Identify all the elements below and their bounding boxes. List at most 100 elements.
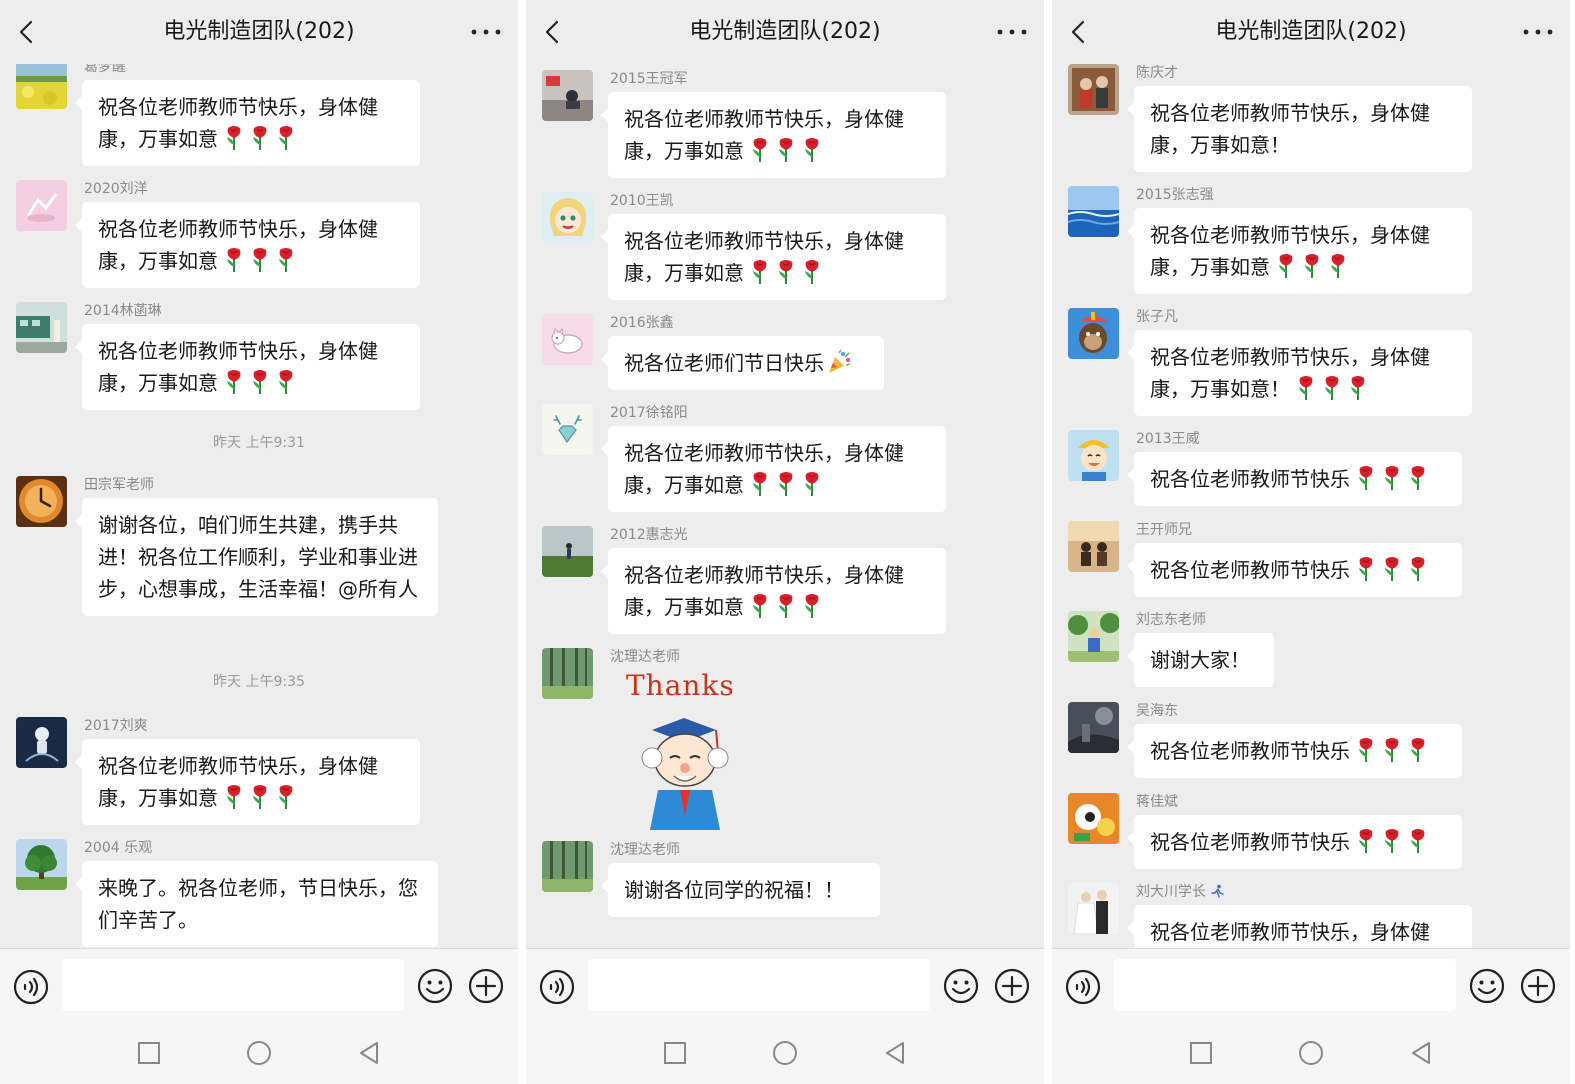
emoji-icon[interactable]	[942, 967, 980, 1005]
voice-icon[interactable]	[12, 968, 50, 1006]
sender-name: 田宗军老师	[84, 477, 154, 493]
sender-name: 沈理达老师	[610, 649, 680, 665]
message-bubble[interactable]: 祝各位老师教师节快乐	[1127, 452, 1462, 506]
message-bubble[interactable]: 谢谢大家！	[1127, 633, 1274, 687]
avatar-pink-sketch[interactable]	[16, 180, 67, 231]
message-bubble[interactable]: 祝各位老师教师节快乐，身体健康，万事如意！	[1127, 86, 1472, 172]
avatar-astronaut[interactable]	[16, 717, 67, 768]
chat-title: 电光制造团队(202)	[689, 19, 881, 44]
sticker-thanks[interactable]: Thanks	[608, 670, 734, 830]
nav-triangle-icon[interactable]	[1406, 1038, 1436, 1068]
message-bubble[interactable]: 祝各位老师教师节快乐	[1127, 815, 1462, 869]
nav-triangle-icon[interactable]	[880, 1038, 910, 1068]
avatar-forest[interactable]	[542, 841, 593, 892]
avatar-wedding[interactable]	[1068, 883, 1119, 934]
avatar-cartoon-orange[interactable]	[1068, 793, 1119, 844]
emoji-icon[interactable]	[416, 967, 454, 1005]
message-bubble[interactable]: 谢谢各位同学的祝福！！	[601, 863, 880, 917]
avatar-anime-girl[interactable]	[542, 192, 593, 243]
rose-icon	[1411, 738, 1425, 762]
avatar-train-platform[interactable]	[16, 302, 67, 353]
avatar-tree[interactable]	[16, 839, 67, 890]
sender-name: 2012惠志光	[610, 527, 688, 543]
message-bubble[interactable]: 祝各位老师教师节快乐	[1127, 543, 1462, 597]
voice-icon[interactable]	[538, 968, 576, 1006]
avatar-street-sit[interactable]	[542, 70, 593, 121]
rose-icon	[753, 260, 767, 284]
avatar-rapeseed-field[interactable]	[16, 64, 67, 109]
more-dots-icon[interactable]	[994, 18, 1030, 46]
message-bubble[interactable]: 祝各位老师教师节快乐，身体健康，万事如意	[75, 324, 420, 410]
plus-icon[interactable]	[993, 967, 1031, 1005]
more-dots-icon[interactable]	[468, 18, 504, 46]
rose-icon	[279, 370, 293, 394]
message-bubble[interactable]: 祝各位老师教师节快乐，身体健康，万事如意	[601, 214, 946, 300]
message-bubble[interactable]: 祝各位老师教师节快乐，身体健康，万事如意	[1127, 208, 1472, 294]
rose-icon	[1279, 254, 1293, 278]
chevron-left-icon[interactable]	[14, 18, 42, 46]
message-bubble[interactable]: 祝各位老师教师节快乐，身体健康，万事如意	[75, 739, 420, 825]
message-bubble[interactable]: 来晚了。祝各位老师，节日快乐，您们辛苦了。	[75, 861, 438, 947]
rose-icon	[253, 785, 267, 809]
nav-square-icon[interactable]	[134, 1038, 164, 1068]
rose-icon	[1385, 466, 1399, 490]
rose-icon	[279, 126, 293, 150]
avatar-cat-sketch[interactable]	[542, 314, 593, 365]
message-bubble[interactable]: 祝各位老师教师节快乐，身体健康，万事如意	[601, 548, 946, 634]
message-input[interactable]	[62, 959, 404, 1011]
avatar-old-photo[interactable]	[1068, 64, 1119, 115]
sender-name: 张子凡	[1136, 309, 1178, 325]
message-bubble[interactable]: 祝各位老师教师节快乐，身体健康，万事如意！	[1127, 330, 1472, 416]
rose-icon	[753, 138, 767, 162]
avatar-clock[interactable]	[16, 476, 67, 527]
message-bubble[interactable]: 祝各位老师教师节快乐	[1127, 724, 1462, 778]
sticker-caption: Thanks	[626, 669, 735, 702]
system-nav-bar	[1052, 1022, 1570, 1084]
avatar-anime-boy[interactable]	[1068, 430, 1119, 481]
message-list[interactable]: 陈庆才 祝各位老师教师节快乐，身体健康，万事如意！ 2015张志强 祝各位老师教…	[1052, 64, 1570, 948]
nav-circle-icon[interactable]	[1296, 1038, 1326, 1068]
nav-circle-icon[interactable]	[244, 1038, 274, 1068]
nav-circle-icon[interactable]	[770, 1038, 800, 1068]
chevron-left-icon[interactable]	[1066, 18, 1094, 46]
plus-icon[interactable]	[1519, 967, 1557, 1005]
message-bubble[interactable]: 祝各位老师教师节快乐，身体健康，万事如意	[601, 426, 946, 512]
sender-name: 2017徐铭阳	[610, 405, 688, 421]
rose-icon	[253, 370, 267, 394]
nav-square-icon[interactable]	[1186, 1038, 1216, 1068]
emoji-icon[interactable]	[1468, 967, 1506, 1005]
nav-triangle-icon[interactable]	[354, 1038, 384, 1068]
rose-icon	[1359, 466, 1373, 490]
avatar-park-man[interactable]	[1068, 611, 1119, 662]
avatar-window-people[interactable]	[1068, 521, 1119, 572]
rose-icon	[1305, 254, 1319, 278]
sender-name: 2020刘洋	[84, 181, 148, 197]
nav-square-icon[interactable]	[660, 1038, 690, 1068]
message-text: 祝各位老师教师节快乐，身体健康，万事如意！	[1150, 101, 1430, 157]
message-bubble[interactable]: 祝各位老师教师节快乐，身体健康，万事如意	[75, 80, 420, 166]
avatar-dark-photo[interactable]	[1068, 702, 1119, 753]
avatar-forest[interactable]	[542, 648, 593, 699]
avatar-field-person[interactable]	[542, 526, 593, 577]
message-text: 谢谢大家！	[1150, 648, 1250, 672]
avatar-deer-diamond[interactable]	[542, 404, 593, 455]
avatar-ocean[interactable]	[1068, 186, 1119, 237]
input-bar	[526, 948, 1044, 1022]
message-list[interactable]: 2015王冠军 祝各位老师教师节快乐，身体健康，万事如意 2010王凯 祝各位老…	[526, 64, 1044, 948]
chat-title: 电光制造团队(202)	[1215, 19, 1407, 44]
message-input[interactable]	[1114, 959, 1456, 1011]
message-list[interactable]: 葛梦醒 祝各位老师教师节快乐，身体健康，万事如意 2020刘洋 祝各位老师教师节…	[0, 64, 518, 948]
message-bubble[interactable]: 祝各位老师教师节快乐，身体健康，万事如意	[1127, 905, 1472, 948]
rose-icon	[227, 370, 241, 394]
message-input[interactable]	[588, 959, 930, 1011]
message-bubble[interactable]: 祝各位老师教师节快乐，身体健康，万事如意	[75, 202, 420, 288]
chevron-left-icon[interactable]	[540, 18, 568, 46]
avatar-ape[interactable]	[1068, 308, 1119, 359]
message-bubble[interactable]: 祝各位老师们节日快乐	[601, 336, 884, 390]
message-bubble[interactable]: 祝各位老师教师节快乐，身体健康，万事如意	[601, 92, 946, 178]
rose-icon	[1359, 557, 1373, 581]
message-bubble[interactable]: 谢谢各位，咱们师生共建，携手共进！祝各位工作顺利，学业和事业进步，心想事成，生活…	[75, 498, 438, 616]
plus-icon[interactable]	[467, 967, 505, 1005]
more-dots-icon[interactable]	[1520, 18, 1556, 46]
voice-icon[interactable]	[1064, 968, 1102, 1006]
